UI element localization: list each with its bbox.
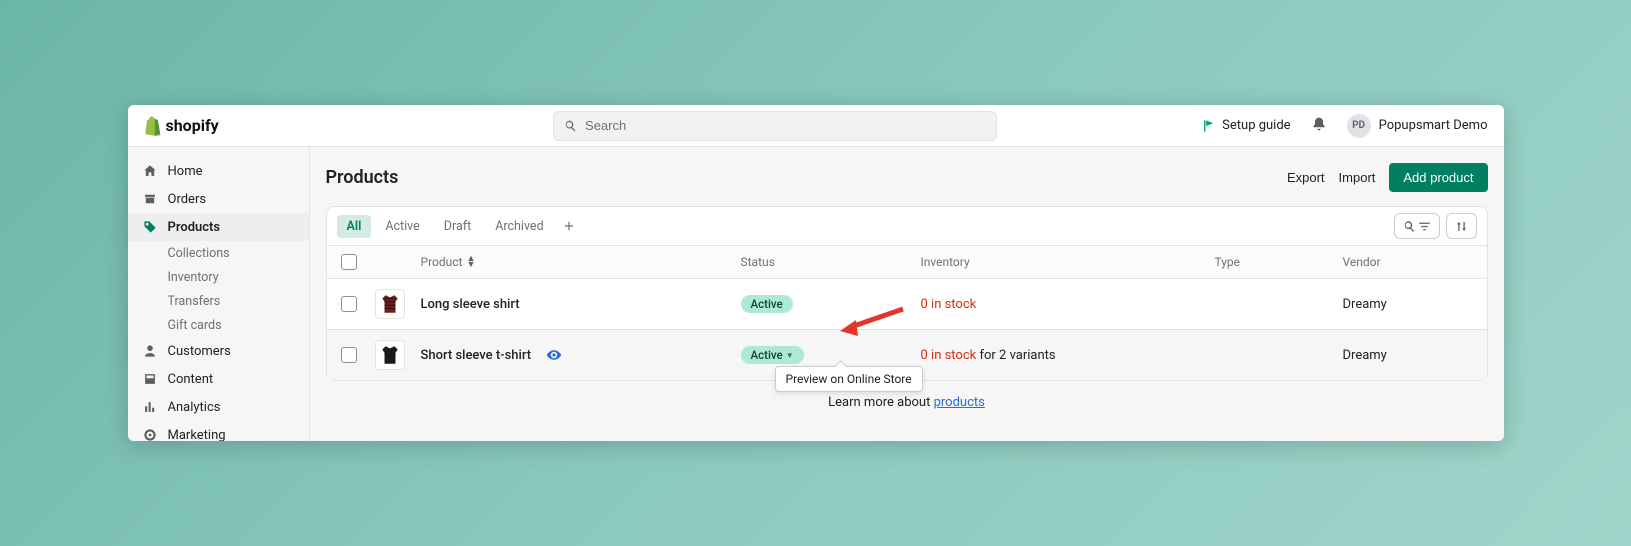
tabbar-right (1394, 213, 1477, 239)
topbar: shopify Setup guide PD Popupsmart Demo (128, 105, 1504, 147)
tab-all[interactable]: All (337, 215, 372, 238)
home-icon (142, 164, 158, 178)
sort-icon (1455, 220, 1468, 233)
search-wrap (553, 111, 997, 141)
products-card: All Active Draft Archived (326, 206, 1488, 381)
export-button[interactable]: Export (1287, 170, 1325, 185)
table-row[interactable]: Short sleeve t-shirt Active▼ 0 in stock … (327, 330, 1487, 380)
sidebar-item-orders[interactable]: Orders (128, 185, 309, 213)
preview-on-store-button[interactable] (545, 346, 563, 364)
tab-bar: All Active Draft Archived (327, 207, 1487, 246)
tab-archived[interactable]: Archived (485, 215, 553, 238)
shopify-bag-icon (144, 116, 162, 136)
bell-icon (1311, 116, 1327, 132)
filter-icon (1418, 220, 1431, 233)
marketing-icon (142, 428, 158, 441)
sidebar-item-label: Products (168, 220, 221, 235)
status-badge-dropdown[interactable]: Active▼ (741, 346, 804, 364)
sidebar-item-marketing[interactable]: Marketing (128, 421, 309, 441)
inventory-count: 0 in stock (921, 348, 977, 363)
sidebar-item-analytics[interactable]: Analytics (128, 393, 309, 421)
chevron-down-icon: ▼ (786, 351, 794, 360)
tshirt-icon (379, 344, 401, 366)
column-inventory[interactable]: Inventory (921, 255, 1215, 269)
header-actions: Export Import Add product (1287, 163, 1488, 192)
column-type[interactable]: Type (1215, 255, 1343, 269)
plus-icon (563, 220, 575, 232)
sidebar-sub-inventory[interactable]: Inventory (128, 265, 309, 289)
column-status[interactable]: Status (741, 255, 921, 269)
search-filter-button[interactable] (1394, 213, 1440, 239)
add-product-button[interactable]: Add product (1389, 163, 1487, 192)
product-thumbnail (375, 289, 405, 319)
product-vendor: Dreamy (1343, 348, 1473, 363)
product-thumbnail (375, 340, 405, 370)
eye-icon (546, 347, 562, 363)
sidebar-item-label: Orders (168, 192, 207, 207)
select-all-checkbox[interactable] (341, 254, 357, 270)
body: Home Orders Products Collections Invento… (128, 147, 1504, 441)
column-vendor[interactable]: Vendor (1343, 255, 1473, 269)
table-header: Product ▲▼ Status Inventory Type Vendor (327, 246, 1487, 279)
inventory-count: 0 in stock (921, 297, 977, 312)
search-icon (564, 119, 577, 133)
row-checkbox[interactable] (341, 296, 357, 312)
user-name: Popupsmart Demo (1379, 118, 1488, 133)
tag-icon (142, 220, 158, 234)
brand-text: shopify (166, 116, 219, 135)
sidebar-item-label: Marketing (168, 428, 226, 442)
sidebar-item-products[interactable]: Products (128, 213, 309, 241)
sidebar-item-label: Analytics (168, 400, 221, 415)
product-vendor: Dreamy (1343, 297, 1473, 312)
sort-indicator-icon: ▲▼ (466, 256, 475, 268)
status-badge: Active (741, 295, 793, 313)
search-input-container[interactable] (553, 111, 997, 141)
sidebar-item-label: Home (168, 164, 203, 179)
sidebar-item-customers[interactable]: Customers (128, 337, 309, 365)
main-content: Products Export Import Add product All A… (310, 147, 1504, 441)
row-checkbox[interactable] (341, 347, 357, 363)
orders-icon (142, 192, 158, 206)
content-icon (142, 372, 158, 386)
sidebar-item-content[interactable]: Content (128, 365, 309, 393)
avatar: PD (1347, 114, 1371, 138)
brand-logo[interactable]: shopify (144, 116, 219, 136)
import-button[interactable]: Import (1339, 170, 1376, 185)
sidebar-item-home[interactable]: Home (128, 157, 309, 185)
product-name: Short sleeve t-shirt (421, 348, 532, 363)
setup-guide-label: Setup guide (1222, 118, 1290, 133)
sidebar-sub-giftcards[interactable]: Gift cards (128, 313, 309, 337)
search-icon (1403, 220, 1416, 233)
sidebar-item-label: Customers (168, 344, 231, 359)
user-menu[interactable]: PD Popupsmart Demo (1347, 114, 1488, 138)
notifications-button[interactable] (1311, 116, 1327, 136)
add-view-button[interactable] (558, 215, 580, 237)
person-icon (142, 344, 158, 358)
setup-guide-link[interactable]: Setup guide (1202, 118, 1290, 133)
shirt-icon (379, 293, 401, 315)
col-product-label: Product (421, 255, 463, 269)
sort-button[interactable] (1446, 213, 1477, 239)
footer-text: Learn more about (828, 395, 933, 410)
sidebar-sub-collections[interactable]: Collections (128, 241, 309, 265)
app-window: shopify Setup guide PD Popupsmart Demo (128, 105, 1504, 441)
preview-tooltip: Preview on Online Store (775, 366, 923, 392)
search-input[interactable] (585, 118, 986, 133)
tab-draft[interactable]: Draft (434, 215, 481, 238)
flag-icon (1202, 119, 1216, 133)
sidebar: Home Orders Products Collections Invento… (128, 147, 310, 441)
footer-link[interactable]: products (934, 395, 985, 410)
page-header: Products Export Import Add product (326, 163, 1488, 192)
column-product[interactable]: Product ▲▼ (421, 255, 741, 269)
table-row[interactable]: Long sleeve shirt Active 0 in stock Drea… (327, 279, 1487, 330)
topbar-right: Setup guide PD Popupsmart Demo (1202, 114, 1487, 138)
page-title: Products (326, 167, 399, 188)
analytics-icon (142, 400, 158, 414)
sidebar-sub-transfers[interactable]: Transfers (128, 289, 309, 313)
tab-active[interactable]: Active (375, 215, 429, 238)
inventory-suffix: for 2 variants (976, 348, 1055, 363)
product-name: Long sleeve shirt (421, 297, 520, 312)
sidebar-item-label: Content (168, 372, 214, 387)
